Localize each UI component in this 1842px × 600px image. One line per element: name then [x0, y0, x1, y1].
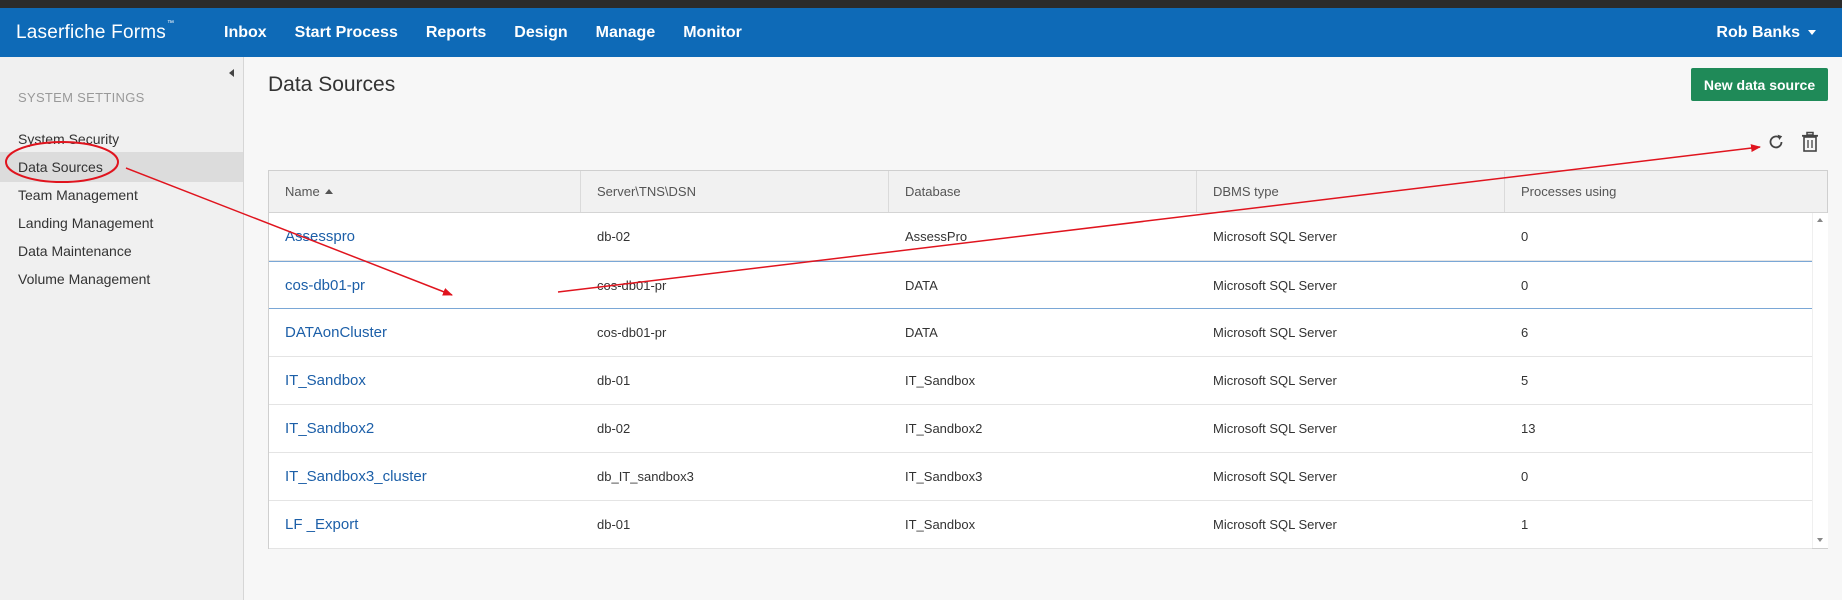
cell-server: cos-db01-pr: [597, 278, 667, 293]
cell-processes-using: 0: [1521, 469, 1529, 484]
sidebar: SYSTEM SETTINGS System Security Data Sou…: [0, 57, 244, 600]
cell-name[interactable]: IT_Sandbox2: [269, 405, 581, 452]
cell-processes-using: 13: [1521, 421, 1536, 436]
sidebar-item-team-management[interactable]: Team Management: [0, 180, 243, 210]
cell-dbms-type: Microsoft SQL Server: [1213, 421, 1337, 436]
page-title: Data Sources: [268, 73, 396, 96]
cell-database: IT_Sandbox3: [905, 469, 983, 484]
cell-processes-using: 6: [1521, 325, 1529, 340]
cell-processes-using: 1: [1521, 517, 1529, 532]
cell-name[interactable]: LF _Export: [269, 501, 581, 548]
cell-server: db_IT_sandbox3: [597, 469, 694, 484]
table-row[interactable]: Assesspro db-02 AssessPro Microsoft SQL Ser…: [269, 213, 1812, 261]
nav-manage[interactable]: Manage: [596, 24, 656, 42]
window-top-strip: [0, 0, 1842, 8]
cell-name[interactable]: DATAonCluster: [269, 309, 581, 356]
cell-name[interactable]: Assesspro: [269, 213, 581, 260]
table-row[interactable]: cos-db01-pr cos-db01-pr DATA Microsoft SQL …: [269, 261, 1812, 309]
data-sources-table: Name Server\TNS\DSN Database DBMS type P…: [268, 170, 1828, 549]
column-header-name[interactable]: Name: [269, 171, 581, 212]
nav-monitor[interactable]: Monitor: [683, 24, 742, 42]
cell-database: IT_Sandbox2: [905, 421, 983, 436]
user-name: Rob Banks: [1716, 24, 1800, 41]
refresh-icon[interactable]: [1766, 132, 1786, 152]
column-header-label: Name: [285, 184, 320, 199]
cell-dbms-type: Microsoft SQL Server: [1213, 325, 1337, 340]
app-brand[interactable]: Laserfiche Forms™: [16, 20, 175, 44]
new-data-source-button[interactable]: New data source: [1691, 68, 1828, 101]
table-row[interactable]: IT_Sandbox db-01 IT_Sandbox Microsoft SQL S…: [269, 357, 1812, 405]
cell-database: DATA: [905, 325, 938, 340]
sidebar-item-data-sources[interactable]: Data Sources: [0, 152, 243, 182]
table-row[interactable]: LF _Export db-01 IT_Sandbox Microsoft SQL S…: [269, 501, 1812, 549]
column-header-server[interactable]: Server\TNS\DSN: [581, 171, 889, 212]
cell-database: IT_Sandbox: [905, 373, 976, 388]
column-header-database[interactable]: Database: [889, 171, 1197, 212]
cell-dbms-type: Microsoft SQL Server: [1213, 517, 1337, 532]
table-row[interactable]: IT_Sandbox2 db-02 IT_Sandbox2 Microsoft SQL…: [269, 405, 1812, 453]
cell-processes-using: 0: [1521, 278, 1529, 293]
collapse-sidebar-icon[interactable]: [229, 69, 234, 77]
table-body: Assesspro db-02 AssessPro Microsoft SQL Ser…: [269, 213, 1812, 549]
cell-name[interactable]: IT_Sandbox: [269, 357, 581, 404]
sidebar-item-system-security[interactable]: System Security: [0, 124, 243, 154]
cell-dbms-type: Microsoft SQL Server: [1213, 229, 1337, 244]
sidebar-heading: SYSTEM SETTINGS: [18, 90, 145, 105]
sort-ascending-icon: [324, 189, 333, 195]
trash-icon[interactable]: [1801, 131, 1819, 153]
chevron-down-icon: [1808, 30, 1816, 36]
cell-dbms-type: Microsoft SQL Server: [1213, 278, 1337, 293]
cell-name[interactable]: cos-db01-pr: [269, 262, 581, 309]
nav-start-process[interactable]: Start Process: [295, 24, 398, 42]
column-header-processes-using[interactable]: Processes using: [1505, 171, 1827, 212]
nav-reports[interactable]: Reports: [426, 24, 486, 42]
scroll-up-icon[interactable]: [1817, 218, 1823, 222]
cell-server: db-02: [597, 229, 631, 244]
user-menu[interactable]: Rob Banks: [1716, 24, 1816, 42]
sidebar-item-volume-management[interactable]: Volume Management: [0, 264, 243, 294]
cell-server: db-01: [597, 517, 631, 532]
cell-dbms-type: Microsoft SQL Server: [1213, 469, 1337, 484]
brand-text: Laserfiche Forms: [16, 22, 166, 43]
cell-processes-using: 0: [1521, 229, 1529, 244]
nav-design[interactable]: Design: [514, 24, 567, 42]
cell-database: DATA: [905, 278, 938, 293]
cell-name[interactable]: IT_Sandbox3_cluster: [269, 453, 581, 500]
main-nav: Inbox Start Process Reports Design Manag…: [224, 8, 770, 57]
cell-server: db-01: [597, 373, 631, 388]
cell-server: db-02: [597, 421, 631, 436]
sidebar-item-data-maintenance[interactable]: Data Maintenance: [0, 236, 243, 266]
cell-dbms-type: Microsoft SQL Server: [1213, 373, 1337, 388]
table-header: Name Server\TNS\DSN Database DBMS type P…: [269, 171, 1827, 213]
sidebar-item-landing-management[interactable]: Landing Management: [0, 208, 243, 238]
cell-database: AssessPro: [905, 229, 968, 244]
cell-database: IT_Sandbox: [905, 517, 976, 532]
cell-processes-using: 5: [1521, 373, 1529, 388]
column-header-dbms-type[interactable]: DBMS type: [1197, 171, 1505, 212]
table-row[interactable]: IT_Sandbox3_cluster db_IT_sandbox3 IT_Sand…: [269, 453, 1812, 501]
scroll-down-icon[interactable]: [1817, 538, 1823, 542]
cell-server: cos-db01-pr: [597, 325, 667, 340]
table-scrollbar[interactable]: [1812, 213, 1828, 548]
trademark: ™: [166, 20, 175, 27]
table-row[interactable]: DATAonCluster cos-db01-pr DATA Microsoft SQ…: [269, 309, 1812, 357]
top-navbar: Laserfiche Forms™ Inbox Start Process Re…: [0, 8, 1842, 57]
nav-inbox[interactable]: Inbox: [224, 24, 267, 42]
